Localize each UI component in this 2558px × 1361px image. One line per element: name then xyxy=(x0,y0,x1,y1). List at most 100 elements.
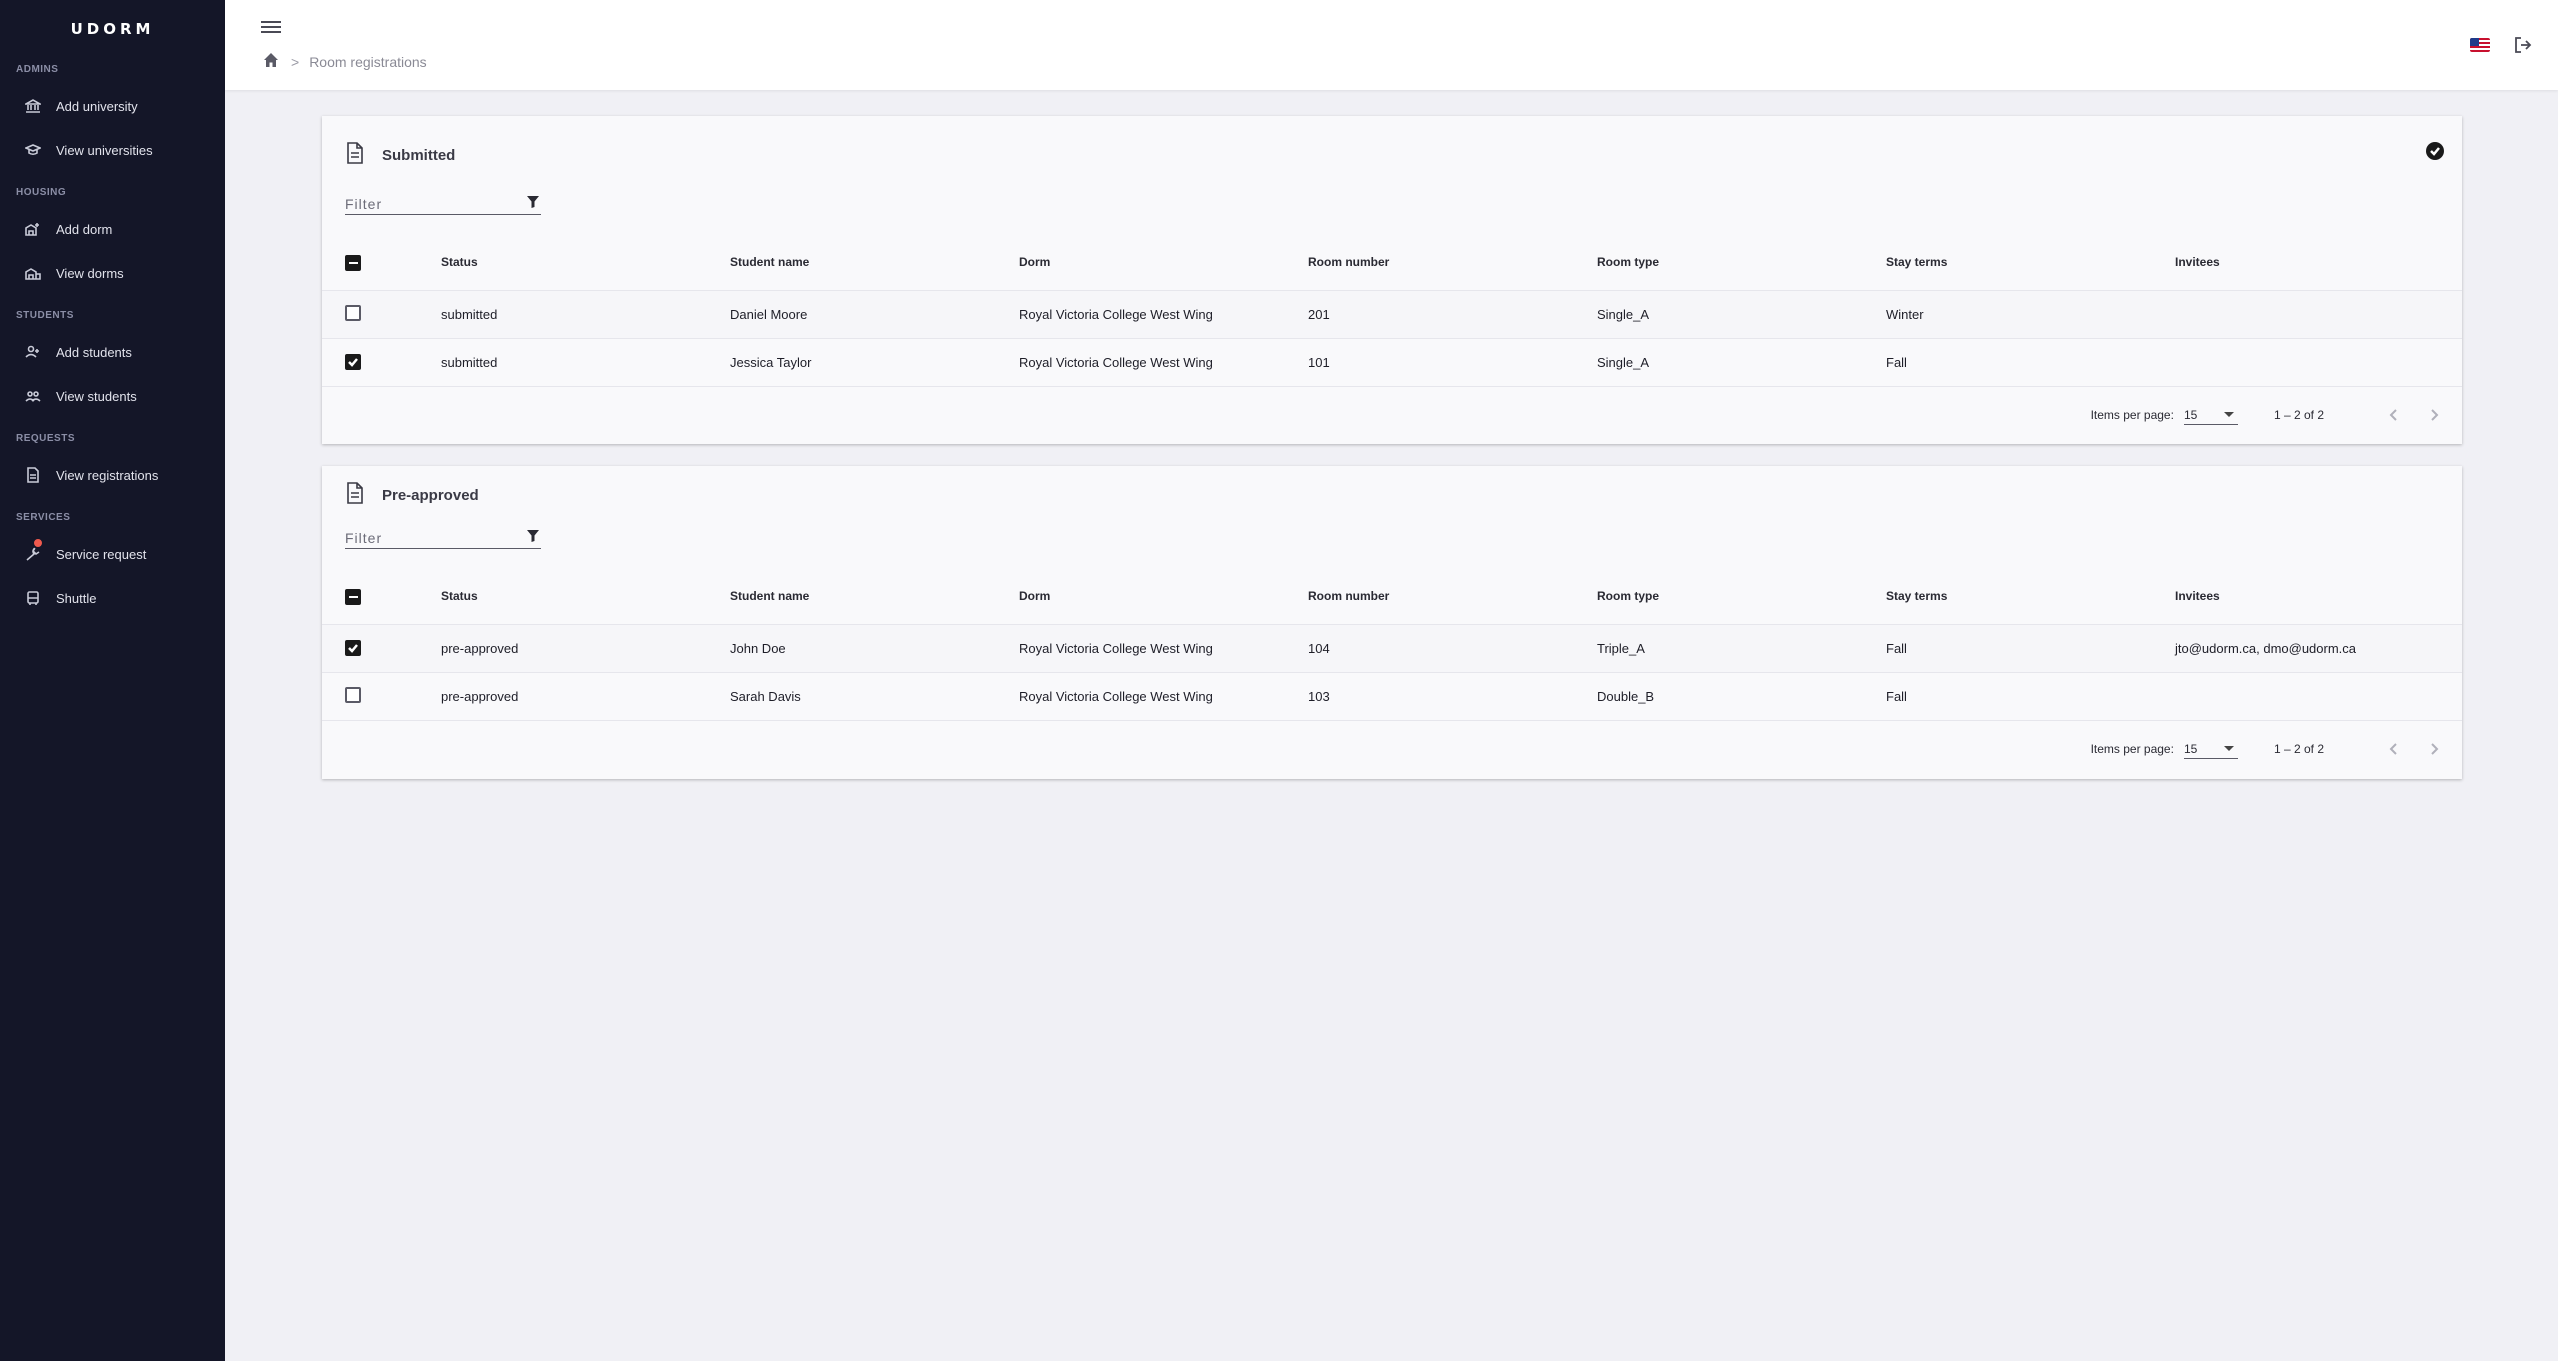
sidebar-item-label: View students xyxy=(56,388,137,404)
building-icon xyxy=(24,264,42,282)
home-icon[interactable] xyxy=(263,52,279,71)
next-page-button[interactable] xyxy=(2424,405,2444,425)
chevron-down-icon xyxy=(2223,746,2234,751)
filter-icon xyxy=(527,529,539,547)
section-title-requests: REQUESTS xyxy=(16,433,76,444)
people-icon xyxy=(24,387,42,405)
cell-student-name: Daniel Moore xyxy=(730,306,808,322)
sidebar-item-label: Shuttle xyxy=(56,590,97,606)
select-all-checkbox[interactable] xyxy=(345,588,361,605)
column-header-room-number[interactable]: Room number xyxy=(1308,568,1597,625)
column-header-status[interactable]: Status xyxy=(441,568,730,625)
row-checkbox[interactable] xyxy=(345,686,361,703)
previous-page-button[interactable] xyxy=(2384,405,2404,425)
items-per-page-select[interactable]: 15 xyxy=(2183,739,2238,759)
sidebar-item-shuttle[interactable]: Shuttle xyxy=(0,578,225,618)
filter-field[interactable] xyxy=(345,527,541,549)
sidebar-item-label: Add students xyxy=(56,344,132,360)
table-row[interactable]: pre-approved Sarah Davis Royal Victoria … xyxy=(322,672,2462,720)
column-header-room-type[interactable]: Room type xyxy=(1597,234,1886,291)
sidebar-item-label: View dorms xyxy=(56,265,124,281)
submitted-table: Status Student name Dorm Room number Roo… xyxy=(322,234,2462,387)
column-header-invitees[interactable]: Invitees xyxy=(2175,234,2462,291)
page-range: 1 – 2 of 2 xyxy=(2273,408,2324,422)
sidebar-item-view-universities[interactable]: View universities xyxy=(0,130,225,170)
section-title-admins: ADMINS xyxy=(16,64,59,75)
sidebar-item-view-registrations[interactable]: View registrations xyxy=(0,455,225,495)
cell-room-type: Triple_A xyxy=(1597,640,1645,656)
items-per-page-value: 15 xyxy=(2183,741,2198,756)
add-building-icon xyxy=(24,220,42,238)
cell-status: submitted xyxy=(441,306,498,322)
menu-icon[interactable] xyxy=(261,18,281,38)
card-header: Pre-approved xyxy=(346,482,479,508)
cell-stay-terms: Fall xyxy=(1886,640,1907,656)
table-row[interactable]: submitted Daniel Moore Royal Victoria Co… xyxy=(322,290,2462,338)
column-header-status[interactable]: Status xyxy=(441,234,730,291)
sidebar-item-add-students[interactable]: Add students xyxy=(0,332,225,372)
filter-icon xyxy=(527,195,539,213)
column-header-room-number[interactable]: Room number xyxy=(1308,234,1597,291)
document-icon xyxy=(24,466,42,484)
previous-page-button[interactable] xyxy=(2384,739,2404,759)
row-checkbox[interactable] xyxy=(345,304,361,321)
column-header-room-type[interactable]: Room type xyxy=(1597,568,1886,625)
cell-room-type: Single_A xyxy=(1597,306,1650,322)
table-header-row: Status Student name Dorm Room number Roo… xyxy=(322,234,2462,291)
sidebar-item-label: View universities xyxy=(56,142,153,158)
breadcrumb-current: Room registrations xyxy=(309,53,427,70)
select-all-checkbox[interactable] xyxy=(345,254,361,271)
column-header-invitees[interactable]: Invitees xyxy=(2175,568,2462,625)
wrench-icon xyxy=(24,537,44,563)
cell-student-name: Jessica Taylor xyxy=(730,354,812,370)
cell-invitees xyxy=(2175,672,2462,720)
column-header-student-name[interactable]: Student name xyxy=(730,568,1019,625)
card-title: Submitted xyxy=(382,146,456,164)
column-header-stay-terms[interactable]: Stay terms xyxy=(1886,568,2175,625)
cell-stay-terms: Winter xyxy=(1886,306,1924,322)
logout-icon[interactable] xyxy=(2514,36,2534,56)
document-icon xyxy=(346,142,364,168)
cell-dorm: Royal Victoria College West Wing xyxy=(1019,688,1213,704)
cell-invitees xyxy=(2175,290,2462,338)
school-icon xyxy=(24,141,42,159)
paginator: Items per page: 15 1 – 2 of 2 xyxy=(2091,400,2444,430)
table-row[interactable]: submitted Jessica Taylor Royal Victoria … xyxy=(322,338,2462,386)
notification-badge xyxy=(32,537,44,549)
bank-icon xyxy=(24,97,42,115)
cell-student-name: John Doe xyxy=(730,640,786,656)
sidebar-item-add-university[interactable]: Add university xyxy=(0,86,225,126)
submitted-card: Submitted Status Student name Dorm Room … xyxy=(322,116,2462,444)
column-header-dorm[interactable]: Dorm xyxy=(1019,234,1308,291)
sidebar-item-view-students[interactable]: View students xyxy=(0,376,225,416)
column-header-student-name[interactable]: Student name xyxy=(730,234,1019,291)
column-header-stay-terms[interactable]: Stay terms xyxy=(1886,234,2175,291)
us-flag-icon[interactable] xyxy=(2470,38,2490,52)
cell-stay-terms: Fall xyxy=(1886,688,1907,704)
cell-status: pre-approved xyxy=(441,640,519,656)
column-header-dorm[interactable]: Dorm xyxy=(1019,568,1308,625)
items-per-page-select[interactable]: 15 xyxy=(2183,405,2238,425)
table-row[interactable]: pre-approved John Doe Royal Victoria Col… xyxy=(322,624,2462,672)
sidebar-item-label: Add dorm xyxy=(56,221,113,237)
sidebar-item-view-dorms[interactable]: View dorms xyxy=(0,253,225,293)
next-page-button[interactable] xyxy=(2424,739,2444,759)
section-title-services: SERVICES xyxy=(16,512,71,523)
cell-student-name: Sarah Davis xyxy=(730,688,801,704)
filter-input[interactable] xyxy=(345,195,515,212)
table-header-row: Status Student name Dorm Room number Roo… xyxy=(322,568,2462,625)
cell-stay-terms: Fall xyxy=(1886,354,1907,370)
check-circle-icon[interactable] xyxy=(2426,142,2444,160)
sidebar-item-service-request[interactable]: Service request xyxy=(0,534,225,574)
top-bar: > Room registrations xyxy=(225,0,2558,90)
filter-field[interactable] xyxy=(345,193,541,215)
filter-input[interactable] xyxy=(345,529,515,546)
row-checkbox[interactable] xyxy=(345,353,361,370)
card-header: Submitted xyxy=(346,142,455,168)
sidebar-item-add-dorm[interactable]: Add dorm xyxy=(0,209,225,249)
row-checkbox[interactable] xyxy=(345,639,361,656)
preapproved-card: Pre-approved Status Student name Dorm Ro… xyxy=(322,466,2462,779)
breadcrumb-separator: > xyxy=(291,53,300,70)
page-range: 1 – 2 of 2 xyxy=(2273,742,2324,756)
bus-icon xyxy=(24,589,42,607)
